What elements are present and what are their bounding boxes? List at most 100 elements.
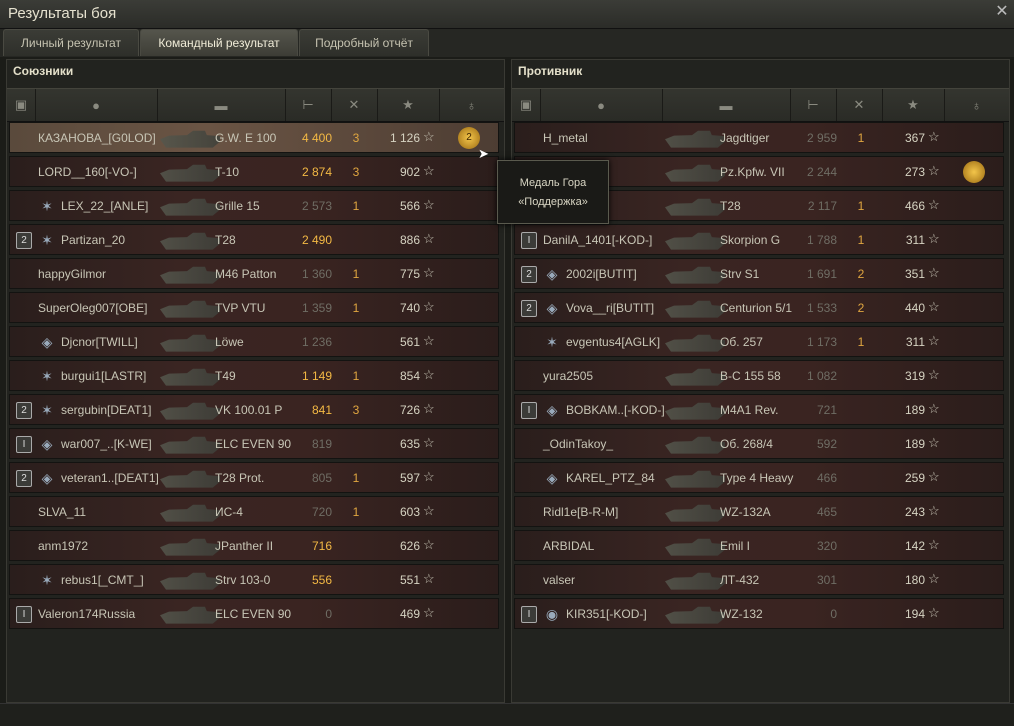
tank-image [160,334,220,352]
table-row[interactable]: 2 ✶ Partizan_20 T28 2 490 886 ☆ [9,224,499,255]
table-row[interactable]: H_metal Jagdtiger 2 959 1 367 ☆ [514,122,1004,153]
player-icon[interactable]: ● [540,89,663,121]
table-row[interactable]: 2 ✶ sergubin[DEAT1] VK 100.01 P 841 3 726 ☆ [9,394,499,425]
rank-mark-icon: ◈ [41,470,53,486]
player-name[interactable]: LORD__160[-VO-] [38,165,137,179]
table-row[interactable]: valser ЛТ-432 301 180 ☆ [514,564,1004,595]
player-name[interactable]: _OdinTakoy_ [543,437,613,451]
enemies-title: Противник [518,64,583,78]
close-icon[interactable]: ✕ [994,4,1010,20]
player-name[interactable]: veteran1..[DEAT1] [61,471,159,485]
xp-star-icon: ☆ [928,435,940,450]
table-row[interactable]: КАЗАНОВА_[G0LOD] G.W. E 100 4 400 3 1 126 ☆ 2 [9,122,499,153]
table-row[interactable]: 2 ◈ veteran1..[DEAT1] T28 Prot. 805 1 597 ☆ [9,462,499,493]
table-row[interactable]: 2 ◈ Vova__ri[BUTIT] Centurion 5/1 1 533 2 440 ☆ [514,292,1004,323]
player-name[interactable]: SuperOleg007[OBE] [38,301,147,315]
table-row[interactable]: LORD__160[-VO-] T-10 2 874 3 902 ☆ [9,156,499,187]
player-name[interactable]: war007_..[K-WE] [61,437,152,451]
kills-value: 3 [352,131,360,145]
table-row[interactable]: anm1972 JPanther II 716 626 ☆ [9,530,499,561]
table-row[interactable]: Ridl1e[B-R-M] WZ-132A 465 243 ☆ [514,496,1004,527]
tank-image [665,402,725,420]
table-row[interactable]: I ◈ BOBKAM..[-KOD-] M4A1 Rev. 721 189 ☆ [514,394,1004,425]
table-row[interactable]: I DanilA_1401[-KOD-] Skorpion G 1 788 1 311 ☆ [514,224,1004,255]
player-name[interactable]: ARBIDAL [543,539,594,553]
tank-icon[interactable]: ▬ [662,89,791,121]
table-row[interactable]: _OdinTakoy_ Об. 268/4 592 189 ☆ [514,428,1004,459]
player-name[interactable]: valser [543,573,575,587]
tank-image [665,368,725,386]
player-name[interactable]: Vova__ri[BUTIT] [566,301,654,315]
platoon-icon[interactable]: ▣ [512,89,541,121]
player-name[interactable]: KAREL_PTZ_84 [566,471,655,485]
damage-value: 1 082 [806,369,837,383]
tank-image [160,402,220,420]
medal-icon[interactable] [963,161,985,183]
table-row[interactable]: ✶ LEX_22_[ANLE] Grille 15 2 573 1 566 ☆ [9,190,499,221]
xp-icon[interactable]: ★ [377,89,440,121]
platoon-icon[interactable]: ▣ [7,89,36,121]
table-row[interactable]: happyGilmor M46 Patton 1 360 1 775 ☆ [9,258,499,289]
table-row[interactable]: ✶ burgui1[LASTR] T49 1 149 1 854 ☆ [9,360,499,391]
medal-icon[interactable]: ♁ [944,89,1009,121]
player-name[interactable]: 2002i[BUTIT] [566,267,637,281]
player-name[interactable]: evgentus4[AGLK] [566,335,660,349]
player-name[interactable]: SLVA_11 [38,505,86,519]
player-icon[interactable]: ● [35,89,158,121]
damage-value: 721 [816,403,837,417]
table-row[interactable]: yura2505 B-C 155 58 1 082 319 ☆ [514,360,1004,391]
kills-value: 2 [857,267,865,281]
medal-icon[interactable]: ♁ [439,89,504,121]
table-row[interactable]: I ◉ KIR351[-KOD-] WZ-132 0 194 ☆ [514,598,1004,629]
damage-value: 2 490 [301,233,332,247]
player-name[interactable]: Ridl1e[B-R-M] [543,505,618,519]
player-name[interactable]: burgui1[LASTR] [61,369,146,383]
damage-icon[interactable]: ⊢ [790,89,837,121]
table-row[interactable]: I Valeron174Russia ELC EVEN 90 0 469 ☆ [9,598,499,629]
tank-image [160,198,220,216]
player-name[interactable]: yura2505 [543,369,593,383]
player-name[interactable]: КАЗАНОВА_[G0LOD] [38,131,156,145]
rank-mark-icon: ✶ [41,232,53,248]
table-row[interactable]: SLVA_11 ИС-4 720 1 603 ☆ [9,496,499,527]
player-name[interactable]: H_metal [543,131,588,145]
damage-icon[interactable]: ⊢ [285,89,332,121]
tab-personal-result[interactable]: Личный результат [3,29,139,56]
table-row[interactable]: ✶ rebus1[_CMT_] Strv 103-0 556 551 ☆ [9,564,499,595]
table-row[interactable]: ✶ evgentus4[AGLK] Об. 257 1 173 1 311 ☆ [514,326,1004,357]
player-name[interactable]: anm1972 [38,539,88,553]
player-name[interactable]: Valeron174Russia [38,607,135,621]
platoon-badge: 2 [16,470,32,487]
table-row[interactable]: ◈ KAREL_PTZ_84 Type 4 Heavy 466 259 ☆ [514,462,1004,493]
rank-mark-icon: ◈ [546,470,558,486]
player-name[interactable]: rebus1[_CMT_] [61,573,144,587]
player-name[interactable]: Partizan_20 [61,233,125,247]
tank-image [665,266,725,284]
kills-icon[interactable]: ✕ [331,89,378,121]
xp-icon[interactable]: ★ [882,89,945,121]
tank-icon[interactable]: ▬ [157,89,286,121]
tank-name: Jagdtiger [720,131,770,145]
table-row[interactable]: ◈ Djcnor[TWILL] Löwe 1 236 561 ☆ [9,326,499,357]
tab-team-result[interactable]: Командный результат [140,29,298,56]
tab-detailed-report[interactable]: Подробный отчёт [299,29,429,56]
table-row[interactable]: 2 ◈ 2002i[BUTIT] Strv S1 1 691 2 351 ☆ [514,258,1004,289]
damage-value: 592 [816,437,837,451]
xp-value: 626 [399,539,420,553]
player-name[interactable]: BOBKAM..[-KOD-] [566,403,665,417]
player-name[interactable]: DanilA_1401[-KOD-] [543,233,652,247]
kills-icon[interactable]: ✕ [836,89,883,121]
table-row[interactable]: SuperOleg007[OBE] TVP VTU 1 359 1 740 ☆ [9,292,499,323]
tank-image [160,164,220,182]
medal-icon[interactable]: 2 [458,127,480,149]
player-name[interactable]: LEX_22_[ANLE] [61,199,148,213]
player-name[interactable]: happyGilmor [38,267,106,281]
player-name[interactable]: KIR351[-KOD-] [566,607,647,621]
table-row[interactable]: I ◈ war007_..[K-WE] ELC EVEN 90 819 635 ☆ [9,428,499,459]
table-row[interactable]: ARBIDAL Emil I 320 142 ☆ [514,530,1004,561]
player-name[interactable]: Djcnor[TWILL] [61,335,138,349]
player-name[interactable]: sergubin[DEAT1] [61,403,152,417]
platoon-badge: 2 [521,300,537,317]
xp-value: 194 [904,607,925,621]
allies-title: Союзники [13,64,74,78]
